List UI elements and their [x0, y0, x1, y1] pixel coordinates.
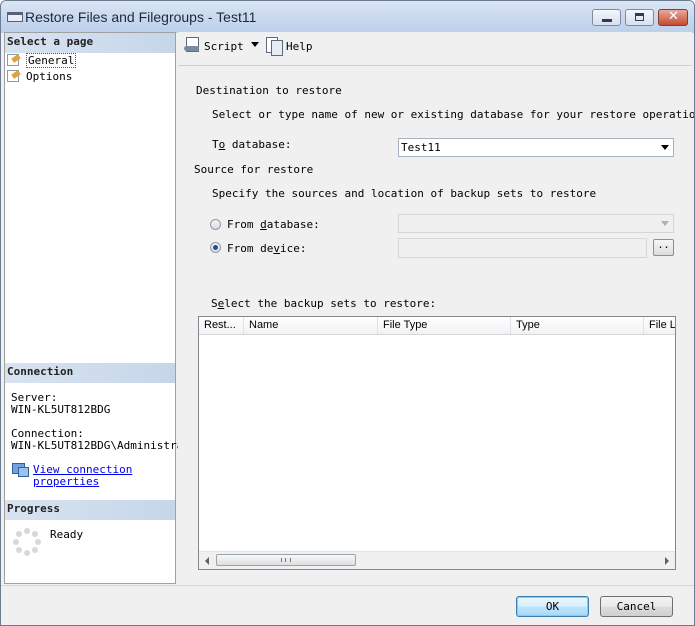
destination-description: Select or type name of new or existing d…: [212, 108, 695, 121]
from-database-label[interactable]: From database:: [227, 218, 320, 231]
from-device-field[interactable]: [398, 238, 647, 258]
minimize-icon: [602, 19, 612, 22]
column-file-location[interactable]: File L: [644, 317, 675, 334]
dialog-footer: OK Cancel: [1, 585, 694, 625]
column-file-type[interactable]: File Type: [378, 317, 511, 334]
window-icon: [7, 12, 23, 22]
to-database-combo[interactable]: Test11: [398, 138, 674, 157]
backup-sets-grid[interactable]: Rest... Name File Type Type File L: [198, 316, 676, 570]
progress-spinner-icon: [13, 528, 41, 556]
cancel-button[interactable]: Cancel: [600, 596, 673, 617]
progress-header: Progress: [5, 500, 175, 520]
from-device-radio[interactable]: [210, 242, 221, 253]
maximize-icon: [635, 13, 644, 21]
page-icon: [7, 54, 21, 66]
script-button[interactable]: Script: [204, 38, 244, 56]
page-general-label: General: [26, 53, 77, 68]
to-database-label: To database:: [212, 138, 292, 151]
to-database-value: Test11: [401, 141, 441, 154]
chevron-down-icon[interactable]: [661, 221, 669, 226]
window-title: Restore Files and Filegroups - Test11: [25, 9, 257, 25]
select-page-header: Select a page: [5, 33, 175, 53]
view-connection-link-2[interactable]: properties: [33, 476, 99, 488]
server-value: WIN-KL5UT812BDG: [11, 403, 111, 416]
grid-header: Rest... Name File Type Type File L: [199, 317, 675, 335]
source-description: Specify the sources and location of back…: [212, 187, 597, 200]
scroll-right-icon[interactable]: [665, 557, 669, 565]
connection-header: Connection: [5, 363, 175, 383]
script-icon[interactable]: [184, 37, 199, 53]
help-button[interactable]: Help: [286, 38, 313, 56]
page-options[interactable]: Options: [7, 70, 173, 85]
minimize-button[interactable]: [592, 9, 621, 26]
browse-device-button[interactable]: ..: [653, 239, 674, 256]
from-device-label[interactable]: From device:: [227, 242, 306, 255]
chevron-down-icon[interactable]: [661, 145, 669, 150]
general-page: Destination to restore Select or type na…: [178, 65, 695, 585]
view-connection-icon: [12, 463, 29, 477]
page-icon: [7, 70, 21, 82]
help-icon[interactable]: [266, 37, 283, 56]
page-options-label: Options: [26, 70, 73, 83]
destination-header: Destination to restore: [196, 84, 342, 97]
from-database-combo[interactable]: [398, 214, 674, 233]
close-button[interactable]: ✕: [658, 9, 688, 26]
toolbar: Script Help: [178, 32, 692, 62]
close-icon: ✕: [668, 9, 679, 24]
scroll-left-icon[interactable]: [205, 557, 209, 565]
maximize-button[interactable]: [625, 9, 654, 26]
title-bar[interactable]: Restore Files and Filegroups - Test11 ✕: [1, 1, 694, 33]
connection-value: WIN-KL5UT812BDG\Administrat: [11, 439, 190, 452]
source-header: Source for restore: [194, 163, 314, 176]
scrollbar-thumb[interactable]: [216, 554, 356, 566]
page-general[interactable]: General: [7, 53, 173, 69]
column-restore[interactable]: Rest...: [199, 317, 244, 334]
progress-status: Ready: [50, 528, 84, 541]
ok-button[interactable]: OK: [516, 596, 589, 617]
restore-dialog: Restore Files and Filegroups - Test11 ✕ …: [0, 0, 695, 626]
column-name[interactable]: Name: [244, 317, 378, 334]
script-dropdown-icon[interactable]: [251, 42, 259, 47]
column-type[interactable]: Type: [511, 317, 644, 334]
left-pane: Select a page General Options Connection…: [4, 32, 190, 584]
backup-sets-label: Select the backup sets to restore:: [211, 297, 437, 310]
from-database-radio[interactable]: [210, 219, 221, 230]
horizontal-scrollbar[interactable]: [199, 551, 675, 569]
